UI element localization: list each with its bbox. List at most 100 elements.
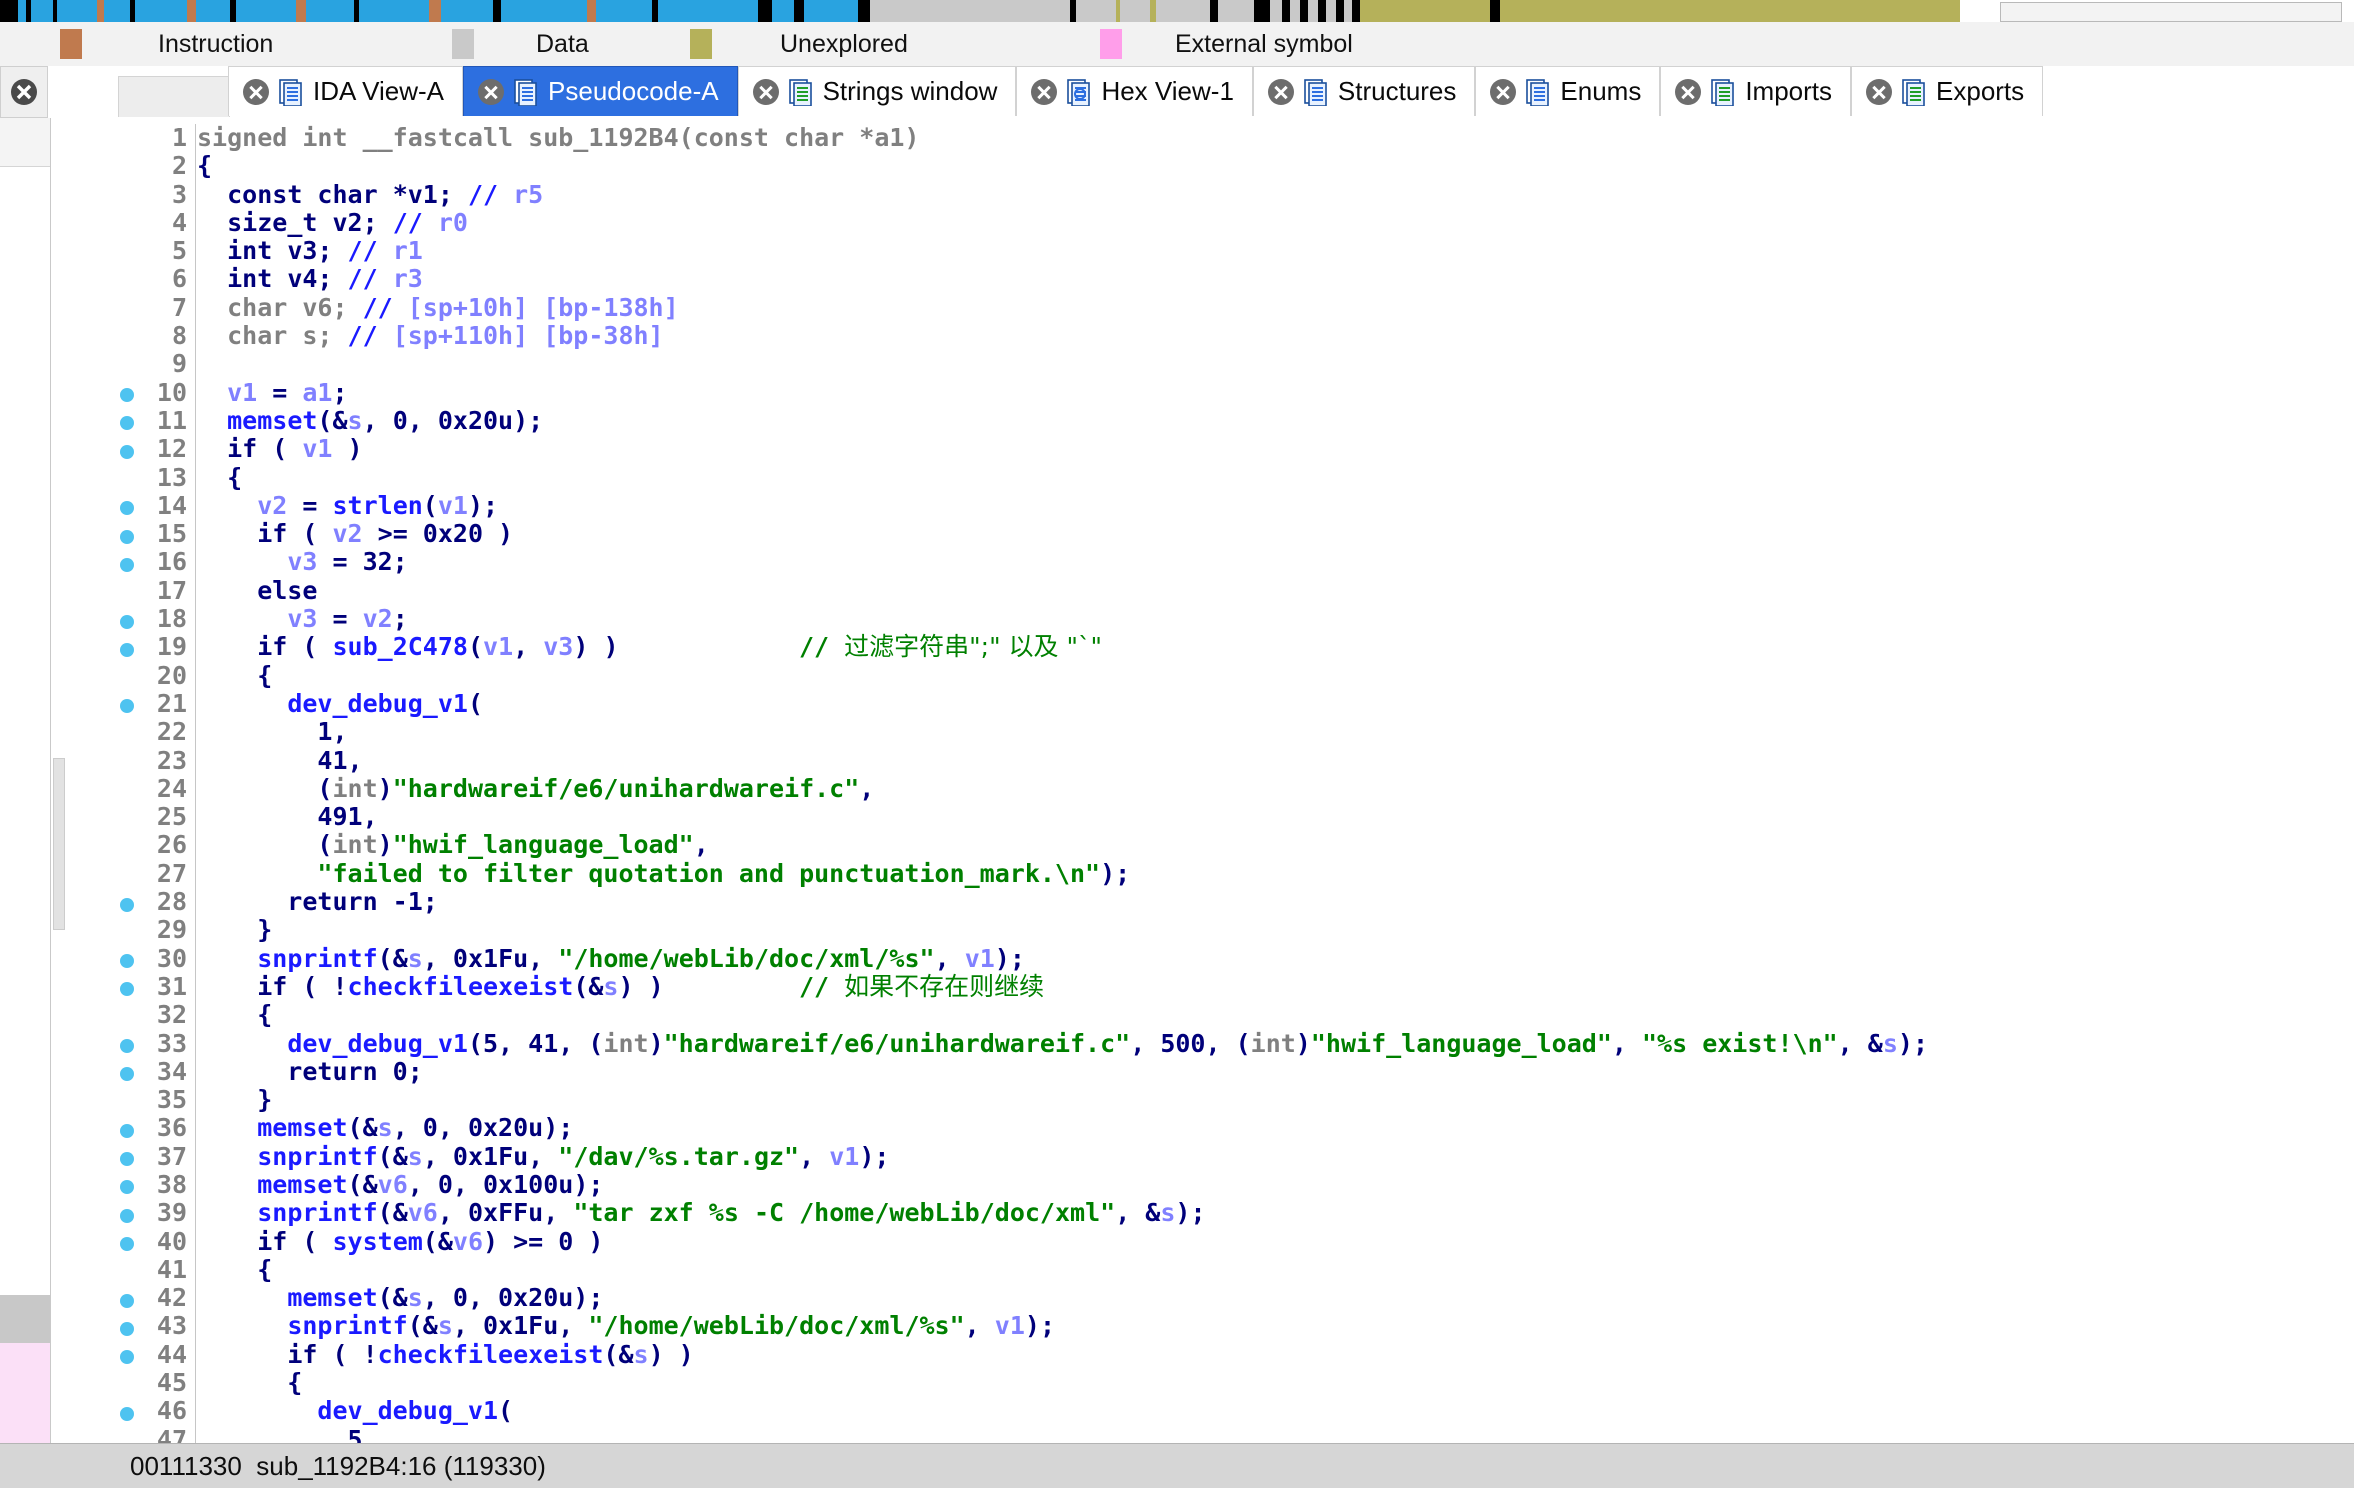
executable-line-marker-icon	[120, 1152, 134, 1167]
code-line[interactable]: 34 return 0;	[65, 1057, 2354, 1087]
legend-swatch-2	[690, 22, 725, 66]
code-line[interactable]: 38 memset(&v6, 0, 0x100u);	[65, 1170, 2354, 1200]
code-line[interactable]: 17 else	[65, 576, 2354, 606]
code-line[interactable]: 35 }	[65, 1085, 2354, 1115]
legend-swatch-0	[60, 22, 95, 66]
line-number: 25	[156, 802, 187, 832]
code-line[interactable]: 39 snprintf(&v6, 0xFFu, "tar zxf %s -C /…	[65, 1198, 2354, 1228]
gutter-divider	[195, 1397, 196, 1426]
code-line[interactable]: 22 1,	[65, 717, 2354, 747]
tab-structures[interactable]: Structures	[1252, 66, 1476, 116]
close-icon[interactable]	[1675, 78, 1702, 105]
line-number: 26	[156, 830, 187, 860]
tab-pseudocode-a[interactable]: Pseudocode-A	[463, 66, 738, 116]
code-line[interactable]: 12 if ( v1 )	[65, 434, 2354, 464]
code-line[interactable]: 33 dev_debug_v1(5, 41, (int)"hardwareif/…	[65, 1028, 2354, 1058]
code-token: = 32;	[317, 547, 408, 577]
code-token: return -1;	[197, 887, 438, 917]
line-number: 18	[156, 604, 187, 634]
code-token: checkfileexeist	[347, 971, 574, 1001]
code-line[interactable]: 7 char v6; // [sp+10h] [bp-138h]	[65, 293, 2354, 323]
close-icon[interactable]	[1490, 78, 1517, 105]
code-line[interactable]: 30 snprintf(&s, 0x1Fu, "/home/webLib/doc…	[65, 944, 2354, 973]
code-line[interactable]: 4 size_t v2; // r0	[65, 208, 2354, 238]
code-line[interactable]: 36 memset(&s, 0, 0x20u);	[65, 1114, 2354, 1143]
code-line[interactable]: 3 const char *v1; // r5	[65, 179, 2354, 209]
code-line[interactable]: 10 v1 = a1;	[65, 377, 2354, 407]
code-token: int	[1250, 1028, 1296, 1058]
code-line[interactable]: 29 }	[65, 916, 2354, 945]
code-line[interactable]: 28 return -1;	[65, 887, 2354, 917]
code-line[interactable]: 16 v3 = 32;	[65, 547, 2354, 577]
tab-label: Hex View-1	[1101, 76, 1234, 106]
code-token: );	[1100, 858, 1131, 888]
code-line[interactable]: 44 if ( !checkfileexeist(&s) )	[65, 1340, 2354, 1370]
navigator-scroll-box[interactable]	[2000, 2, 2342, 22]
code-line[interactable]: 45 {	[65, 1368, 2354, 1398]
code-line[interactable]: 9	[65, 350, 2354, 379]
code-text: v1 = a1;	[197, 378, 347, 407]
code-line[interactable]: 11 memset(&s, 0, 0x20u);	[65, 406, 2354, 436]
code-token: "/home/webLib/doc/xml/%s"	[588, 1311, 965, 1341]
code-line[interactable]: 20 {	[65, 661, 2354, 690]
code-line[interactable]: 6 int v4; // r3	[65, 265, 2354, 294]
code-line[interactable]: 42 memset(&s, 0, 0x20u);	[65, 1283, 2354, 1313]
code-line[interactable]: 18 v3 = v2;	[65, 604, 2354, 634]
code-line[interactable]: 21 dev_debug_v1(	[65, 689, 2354, 719]
close-icon[interactable]	[478, 78, 505, 105]
close-icon[interactable]	[1866, 78, 1893, 105]
code-token: )	[377, 830, 393, 860]
tab-hex-view-1[interactable]: Hex View-1	[1016, 66, 1253, 116]
code-line[interactable]: 46 dev_debug_v1(	[65, 1397, 2354, 1426]
code-line[interactable]: 26 (int)"hwif_language_load",	[65, 830, 2354, 860]
code-text: char s; // [sp+110h] [bp-38h]	[197, 321, 664, 350]
code-line[interactable]: 8 char s; // [sp+110h] [bp-38h]	[65, 321, 2354, 351]
navigator-segment	[1210, 0, 1218, 22]
tab-enums[interactable]: Enums	[1475, 66, 1661, 116]
line-number: 12	[156, 434, 187, 464]
code-line[interactable]: 41 {	[65, 1254, 2354, 1285]
close-icon[interactable]	[1267, 78, 1294, 105]
tab-ida-view-a[interactable]: IDA View-A	[228, 66, 464, 116]
code-line[interactable]: 13 {	[65, 463, 2354, 492]
code-token: (	[197, 773, 333, 803]
line-number: 3	[171, 179, 187, 209]
navigator-segment	[31, 0, 53, 22]
pseudocode-view[interactable]: 1 signed int __fastcall sub_1192B4(const …	[51, 118, 2354, 1443]
tabbar-close-button[interactable]	[0, 66, 48, 118]
code-scrollbar-thumb[interactable]	[53, 758, 65, 930]
close-icon[interactable]	[243, 78, 269, 105]
tab-label: Enums	[1560, 76, 1642, 106]
code-line[interactable]: 2{	[65, 151, 2354, 181]
code-line[interactable]: 24 (int)"hardwareif/e6/unihardwareif.c",	[65, 773, 2354, 804]
code-line[interactable]: 14 v2 = strlen(v1);	[65, 491, 2354, 521]
code-line[interactable]: 47 5,	[65, 1425, 2354, 1443]
code-line[interactable]: 25 491,	[65, 802, 2354, 832]
tab-strings-window[interactable]: Strings window	[737, 66, 1017, 116]
line-number: 41	[156, 1254, 187, 1284]
code-line[interactable]: 31 if ( !checkfileexeist(&s) ) // 如果不存在则继…	[65, 971, 2354, 1002]
code-line[interactable]: 5 int v3; // r1	[65, 236, 2354, 266]
code-scrollbar[interactable]	[51, 118, 65, 1443]
code-token: );	[1024, 1311, 1055, 1341]
code-line[interactable]: 43 snprintf(&s, 0x1Fu, "/home/webLib/doc…	[65, 1311, 2354, 1341]
code-text: 41,	[197, 746, 362, 775]
code-line[interactable]: 15 if ( v2 >= 0x20 )	[65, 519, 2354, 549]
line-number: 10	[156, 377, 187, 407]
code-line[interactable]: 37 snprintf(&s, 0x1Fu, "/dav/%s.tar.gz",…	[65, 1142, 2354, 1171]
code-line[interactable]: 32 {	[65, 1000, 2354, 1030]
code-line[interactable]: 27 "failed to filter quotation and punct…	[65, 858, 2354, 889]
code-line[interactable]: 23 41,	[65, 746, 2354, 775]
close-icon[interactable]	[1031, 78, 1058, 105]
tab-imports[interactable]: Imports	[1660, 66, 1852, 116]
tab-exports[interactable]: Exports	[1851, 66, 2044, 116]
navigator-segment	[1218, 0, 1254, 22]
code-line[interactable]: 40 if ( system(&v6) >= 0 )	[65, 1227, 2354, 1256]
line-number: 33	[156, 1028, 187, 1058]
code-line[interactable]: 19 if ( sub_2C478(v1, v3) ) // 过滤字符串";" 以…	[65, 633, 2354, 662]
navigator-band[interactable]	[0, 0, 1960, 22]
close-icon[interactable]	[752, 78, 779, 105]
code-token: ,	[1611, 1028, 1642, 1058]
code-line[interactable]: 1 signed int __fastcall sub_1192B4(const …	[65, 123, 2354, 153]
